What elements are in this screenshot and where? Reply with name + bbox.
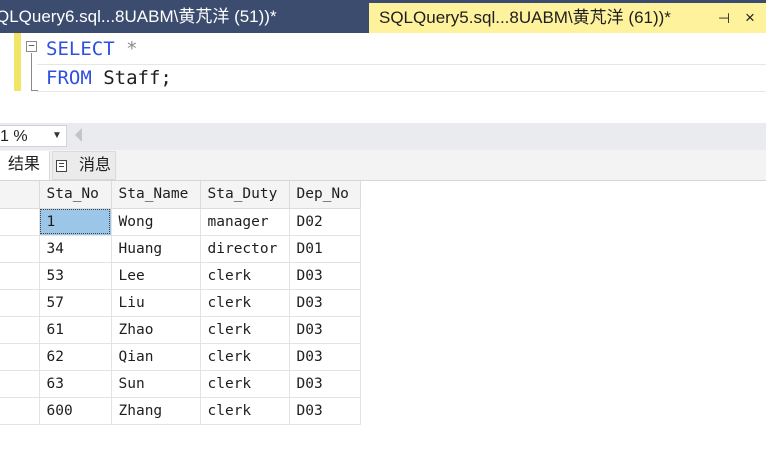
table-row[interactable]: 57 Liu clerk D03	[0, 289, 361, 317]
grid-header-row: Sta_No Sta_Name Sta_Duty Dep_No	[0, 181, 361, 209]
table-cell[interactable]: clerk	[200, 370, 290, 398]
table-cell[interactable]: Zhang	[111, 397, 201, 425]
identifier-staff: Staff;	[103, 67, 172, 89]
tab-sqlquery6[interactable]: QLQuery6.sql...8UABM\黄芃洋 (51))*	[0, 0, 366, 33]
tab-results[interactable]: 结果	[0, 151, 50, 180]
tab-sqlquery5[interactable]: SQLQuery5.sql...8UABM\黄芃洋 (61))* ⊣ ×	[369, 3, 766, 33]
table-cell[interactable]: 62	[39, 343, 112, 371]
row-header[interactable]	[0, 370, 40, 398]
close-icon[interactable]: ×	[741, 8, 759, 28]
keyword-from: FROM	[46, 67, 92, 89]
table-cell[interactable]: 1	[39, 208, 112, 236]
row-header[interactable]	[0, 397, 40, 425]
table-cell[interactable]: clerk	[200, 316, 290, 344]
table-cell[interactable]: director	[200, 235, 290, 263]
tab-results-label: 结果	[8, 156, 41, 173]
table-cell[interactable]: D03	[289, 397, 361, 425]
table-cell[interactable]: D03	[289, 343, 361, 371]
row-header[interactable]	[0, 262, 40, 290]
messages-icon	[56, 160, 67, 172]
table-cell[interactable]: Liu	[111, 289, 201, 317]
table-cell[interactable]: Wong	[111, 208, 201, 236]
table-cell[interactable]: clerk	[200, 397, 290, 425]
table-row[interactable]: 62 Qian clerk D03	[0, 343, 361, 371]
row-header[interactable]	[0, 289, 40, 317]
code-line-2[interactable]: FROM Staff;	[46, 64, 172, 92]
table-row[interactable]: 34 Huang director D01	[0, 235, 361, 263]
table-cell[interactable]: Qian	[111, 343, 201, 371]
keyword-select: SELECT	[46, 38, 115, 60]
operator-star: *	[126, 38, 138, 60]
table-row[interactable]: 53 Lee clerk D03	[0, 262, 361, 290]
tab-sqlquery5-title: SQLQuery5.sql...8UABM\黄芃洋 (61))*	[379, 8, 671, 27]
table-cell[interactable]: D03	[289, 262, 361, 290]
change-indicator-bar	[14, 33, 21, 91]
table-cell[interactable]: D03	[289, 370, 361, 398]
grid-corner[interactable]	[0, 181, 40, 209]
document-tab-strip: QLQuery6.sql...8UABM\黄芃洋 (51))* SQLQuery…	[0, 0, 766, 33]
table-cell[interactable]: 57	[39, 289, 112, 317]
column-header[interactable]: Sta_Duty	[200, 181, 290, 209]
table-cell[interactable]: D01	[289, 235, 361, 263]
tab-messages[interactable]: 消息	[52, 151, 116, 180]
table-row[interactable]: 63 Sun clerk D03	[0, 370, 361, 398]
table-cell[interactable]: Huang	[111, 235, 201, 263]
table-cell[interactable]: Zhao	[111, 316, 201, 344]
table-cell[interactable]: Lee	[111, 262, 201, 290]
pin-icon[interactable]: ⊣	[715, 8, 733, 28]
collapse-icon[interactable]: −	[26, 40, 37, 52]
row-header[interactable]	[0, 208, 40, 236]
fold-guide	[31, 53, 32, 91]
table-row[interactable]: 1 Wong manager D02	[0, 208, 361, 236]
column-header[interactable]: Sta_No	[39, 181, 112, 209]
table-cell[interactable]: clerk	[200, 289, 290, 317]
column-header[interactable]: Sta_Name	[111, 181, 201, 209]
editor-zoom-bar: 1 % ▼	[0, 123, 766, 150]
table-cell[interactable]: 34	[39, 235, 112, 263]
results-grid[interactable]: Sta_No Sta_Name Sta_Duty Dep_No 1 Wong man…	[0, 181, 361, 425]
chevron-down-icon: ▼	[52, 130, 62, 141]
zoom-dropdown[interactable]: 1 % ▼	[0, 125, 67, 147]
table-cell[interactable]: 53	[39, 262, 112, 290]
table-cell[interactable]: D03	[289, 289, 361, 317]
table-row[interactable]: 600 Zhang clerk D03	[0, 397, 361, 425]
code-line-1[interactable]: SELECT *	[46, 35, 138, 63]
table-cell[interactable]: D02	[289, 208, 361, 236]
column-header[interactable]: Dep_No	[289, 181, 361, 209]
row-header[interactable]	[0, 316, 40, 344]
scroll-left-icon[interactable]	[75, 128, 82, 142]
table-cell[interactable]: D03	[289, 316, 361, 344]
tab-sqlquery6-title: QLQuery6.sql...8UABM\黄芃洋 (51))*	[0, 7, 277, 26]
table-cell[interactable]: 600	[39, 397, 112, 425]
results-tab-bar: 结果 消息	[0, 150, 766, 181]
table-row[interactable]: 61 Zhao clerk D03	[0, 316, 361, 344]
query-editor[interactable]: − SELECT * FROM Staff;	[0, 33, 766, 123]
tab-messages-label: 消息	[79, 157, 112, 174]
row-header[interactable]	[0, 235, 40, 263]
row-header[interactable]	[0, 343, 40, 371]
table-cell[interactable]: 61	[39, 316, 112, 344]
table-cell[interactable]: 63	[39, 370, 112, 398]
table-cell[interactable]: clerk	[200, 343, 290, 371]
table-cell[interactable]: manager	[200, 208, 290, 236]
zoom-value: 1 %	[0, 128, 28, 145]
table-cell[interactable]: clerk	[200, 262, 290, 290]
table-cell[interactable]: Sun	[111, 370, 201, 398]
